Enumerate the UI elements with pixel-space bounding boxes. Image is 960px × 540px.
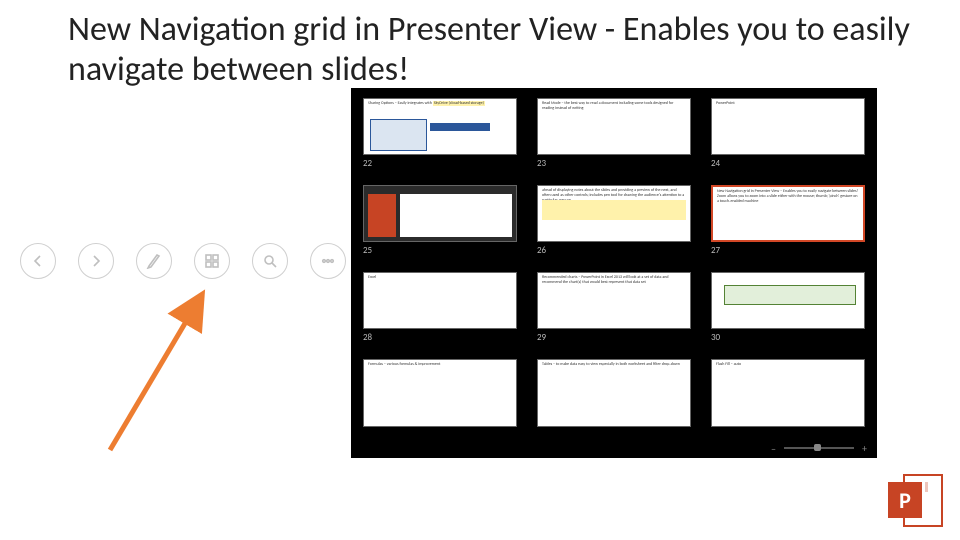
slide-thumb[interactable]: PowerPoint24 — [711, 98, 865, 169]
slide-number: 24 — [711, 158, 865, 169]
zoom-button[interactable] — [252, 243, 288, 279]
presenter-toolbar — [20, 243, 346, 279]
zoom-slider[interactable] — [784, 447, 854, 449]
slide-number: 27 — [711, 245, 865, 256]
slide-thumb[interactable]: Tables – to make data easy to view espec… — [537, 359, 691, 430]
slide-number: 30 — [711, 332, 865, 343]
slide-thumb[interactable]: Read Mode – the best way to read a docum… — [537, 98, 691, 169]
slide-number: 22 — [363, 158, 517, 169]
slide-title: New Navigation grid in Presenter View - … — [68, 10, 930, 90]
slide-thumb[interactable]: Sharing Options – Easily integrates with… — [363, 98, 517, 169]
zoom-in-icon[interactable]: + — [862, 442, 867, 455]
slide-number: 25 — [363, 245, 517, 256]
more-options-button[interactable] — [310, 243, 346, 279]
zoom-footer: – + — [351, 438, 877, 458]
slide-number: 23 — [537, 158, 691, 169]
zoom-out-icon[interactable]: – — [771, 442, 776, 455]
slide-thumb[interactable]: 30 — [711, 272, 865, 343]
slide-thumb[interactable]: Flash Fill – auto — [711, 359, 865, 430]
pen-tool-button[interactable] — [136, 243, 172, 279]
navigation-grid-panel: Sharing Options – Easily integrates with… — [351, 88, 877, 458]
slide-number: 28 — [363, 332, 517, 343]
next-slide-button[interactable] — [78, 243, 114, 279]
slide-thumb[interactable]: 25 — [363, 185, 517, 256]
slide-thumb[interactable]: ahead of displaying notes about the slid… — [537, 185, 691, 256]
slide-thumb[interactable]: Recommended charts – PowerPoint in Excel… — [537, 272, 691, 343]
show-all-slides-button[interactable] — [194, 243, 230, 279]
slide-grid: Sharing Options – Easily integrates with… — [363, 98, 865, 430]
callout-arrow — [70, 280, 270, 460]
slide-thumb[interactable]: Excel28 — [363, 272, 517, 343]
prev-slide-button[interactable] — [20, 243, 56, 279]
slide-number: 26 — [537, 245, 691, 256]
powerpoint-logo: P — [888, 474, 943, 527]
slide-thumb[interactable]: New Navigation grid in Presenter View – … — [711, 185, 865, 256]
slide-number: 29 — [537, 332, 691, 343]
slide-thumb[interactable]: Formulas – various formulas & improvemen… — [363, 359, 517, 430]
